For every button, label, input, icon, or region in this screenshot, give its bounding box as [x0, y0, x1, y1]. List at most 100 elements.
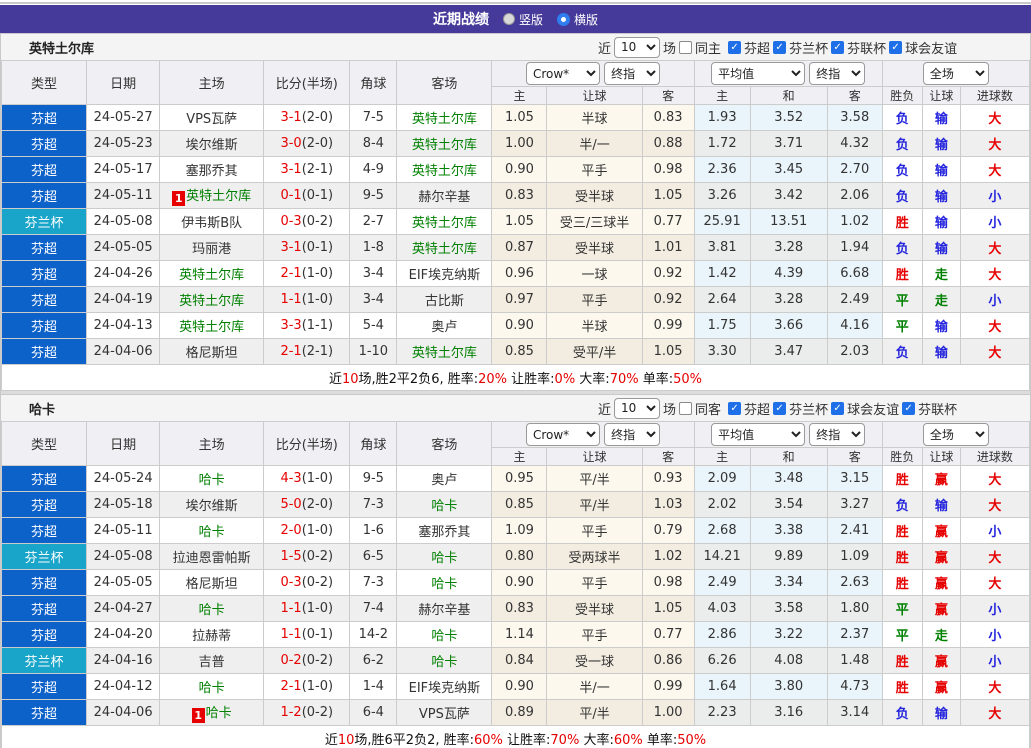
home-team-name[interactable]: 塞那乔其 — [186, 164, 238, 179]
home-team-name[interactable]: 格尼斯坦 — [186, 346, 238, 361]
away-team-cell: 哈卡 — [396, 621, 493, 648]
average-odds-cell: 3.27 — [826, 491, 883, 518]
away-team-name[interactable]: 英特土尔库 — [412, 242, 477, 257]
average-odds-cell: 1.64 — [693, 673, 751, 700]
average-select[interactable]: 平均值 — [711, 423, 806, 446]
result-cell: 赢 — [921, 569, 961, 596]
handicap-odds-cell: 1.05 — [641, 182, 695, 209]
home-team-name[interactable]: 拉迪恩雷帕斯 — [173, 551, 251, 566]
handicap-odds-cell: 1.09 — [491, 517, 548, 544]
league-checkbox[interactable]: ✓ — [773, 401, 787, 415]
average-odds-cell: 1.09 — [826, 543, 883, 570]
handicap-odds-cell: 0.83 — [641, 104, 695, 131]
home-team-name[interactable]: 埃尔维斯 — [186, 499, 238, 514]
away-team-name[interactable]: 奥卢 — [431, 473, 457, 488]
sub-handicap-result: 让球 — [921, 447, 961, 466]
result-cell: 大 — [959, 104, 1031, 131]
same-venue-label: 同客 — [695, 402, 722, 418]
radio-off-icon[interactable] — [502, 13, 515, 25]
match-row: 芬超 24-05-11 哈卡 2-0(1-0) 1-6 塞那乔其 1.09 平手 0.79 2.6… — [0, 517, 1031, 544]
corner-cell: 8-4 — [349, 130, 398, 157]
fulltime-score: 1-5 — [280, 549, 302, 564]
home-team-name[interactable]: 哈卡 — [206, 706, 232, 721]
away-team-name[interactable]: 奥卢 — [431, 320, 457, 335]
result-cell: 平 — [881, 595, 923, 622]
home-team-name[interactable]: VPS瓦萨 — [186, 112, 237, 127]
match-count-select[interactable]: 10 — [614, 397, 661, 419]
handicap-odds-cell: 0.92 — [641, 260, 695, 287]
league-checkbox[interactable]: ✓ — [902, 401, 916, 415]
halftime-score: (0-2) — [301, 549, 334, 564]
away-team-name[interactable]: 哈卡 — [431, 629, 457, 644]
result-cell: 负 — [881, 130, 923, 157]
final-odds-select[interactable]: 终指 — [604, 62, 661, 85]
final-odds-select-2[interactable]: 终指 — [809, 423, 866, 446]
away-team-name[interactable]: 英特土尔库 — [412, 164, 477, 179]
fulltime-select[interactable]: 全场 — [922, 62, 989, 85]
fulltime-score: 3-1 — [280, 110, 302, 125]
away-team-name[interactable]: 英特土尔库 — [412, 138, 477, 153]
away-team-name[interactable]: 赫尔辛基 — [418, 190, 470, 205]
away-team-name[interactable]: 英特土尔库 — [412, 112, 477, 127]
away-team-name[interactable]: VPS瓦萨 — [419, 707, 470, 722]
summary-segment: 场,胜6平2负2, 胜率: — [354, 733, 474, 748]
league-checkbox[interactable]: ✓ — [831, 40, 845, 54]
away-team-name[interactable]: 塞那乔其 — [418, 525, 470, 540]
home-team-name[interactable]: 埃尔维斯 — [186, 138, 238, 153]
away-team-name[interactable]: 赫尔辛基 — [418, 603, 470, 618]
league-checkbox[interactable]: ✓ — [773, 40, 787, 54]
date-cell: 24-04-16 — [86, 647, 161, 674]
result-cell: 小 — [959, 517, 1031, 544]
fulltime-select[interactable]: 全场 — [922, 423, 989, 446]
league-checkbox-label: 芬超 — [744, 41, 771, 57]
handicap-odds-cell: 受半球 — [546, 234, 643, 261]
layout-radio-vertical[interactable]: 竖版 — [502, 11, 543, 28]
league-checkbox-label: 芬联杯 — [847, 41, 887, 57]
handicap-odds-cell: 平手 — [546, 156, 643, 183]
home-team-name[interactable]: 吉普 — [199, 655, 225, 670]
home-team-name[interactable]: 拉赫蒂 — [192, 629, 231, 644]
home-team-name[interactable]: 哈卡 — [199, 681, 225, 696]
fulltime-score: 1-1 — [280, 627, 302, 642]
home-team-name[interactable]: 格尼斯坦 — [186, 577, 238, 592]
away-team-name[interactable]: 古比斯 — [425, 294, 464, 309]
league-checkbox[interactable]: ✓ — [889, 40, 903, 54]
same-venue-checkbox[interactable] — [679, 40, 693, 54]
home-team-name[interactable]: 哈卡 — [199, 525, 225, 540]
away-team-name[interactable]: 英特土尔库 — [412, 346, 477, 361]
league-checkbox[interactable]: ✓ — [728, 40, 742, 54]
average-select[interactable]: 平均值 — [711, 62, 806, 85]
score-cell: 0-3(0-2) — [263, 569, 351, 596]
layout-radio-horizontal[interactable]: 横版 — [557, 11, 598, 28]
home-team-name[interactable]: 英特土尔库 — [179, 320, 244, 335]
away-team-name[interactable]: EIF埃克纳斯 — [409, 681, 481, 696]
away-team-name[interactable]: 英特土尔库 — [412, 216, 477, 231]
home-team-name[interactable]: 哈卡 — [199, 603, 225, 618]
radio-on-icon[interactable] — [557, 12, 570, 26]
home-team-name[interactable]: 哈卡 — [199, 473, 225, 488]
recent-results-page: 近期战绩 竖版 横版 英特土尔库 近 10 场同主 ✓ 芬超 ✓ 芬兰杯 ✓ 芬联杯 ✓ 球会友谊 … — [0, 0, 1031, 748]
away-team-name[interactable]: 哈卡 — [431, 551, 457, 566]
same-venue-checkbox[interactable] — [679, 401, 693, 415]
home-team-name[interactable]: 伊韦斯B队 — [181, 216, 242, 231]
final-odds-select-2[interactable]: 终指 — [809, 62, 866, 85]
title-bar: 近期战绩 竖版 横版 — [0, 5, 1031, 33]
away-team-name[interactable]: EIF埃克纳斯 — [409, 268, 481, 283]
home-team-name[interactable]: 玛丽港 — [192, 242, 231, 257]
away-team-name[interactable]: 哈卡 — [431, 577, 457, 592]
summary-segment: 60% — [613, 733, 643, 748]
home-team-name[interactable]: 英特土尔库 — [186, 189, 251, 204]
away-team-name[interactable]: 哈卡 — [431, 655, 457, 670]
league-checkbox[interactable]: ✓ — [728, 401, 742, 415]
league-type-cell: 芬超 — [0, 130, 88, 157]
final-odds-select[interactable]: 终指 — [604, 423, 661, 446]
bookmaker-select[interactable]: Crow* — [525, 423, 600, 446]
handicap-odds-cell: 受三/三球半 — [546, 208, 643, 235]
match-count-select[interactable]: 10 — [614, 36, 661, 58]
home-team-name[interactable]: 英特土尔库 — [179, 294, 244, 309]
league-checkbox[interactable]: ✓ — [831, 401, 845, 415]
away-team-name[interactable]: 哈卡 — [431, 499, 457, 514]
home-team-name[interactable]: 英特土尔库 — [179, 268, 244, 283]
bookmaker-select[interactable]: Crow* — [525, 62, 600, 85]
match-row: 芬超 24-05-27 VPS瓦萨 3-1(2-0) 7-5 英特土尔库 1.05 半球 0.8… — [0, 104, 1031, 131]
